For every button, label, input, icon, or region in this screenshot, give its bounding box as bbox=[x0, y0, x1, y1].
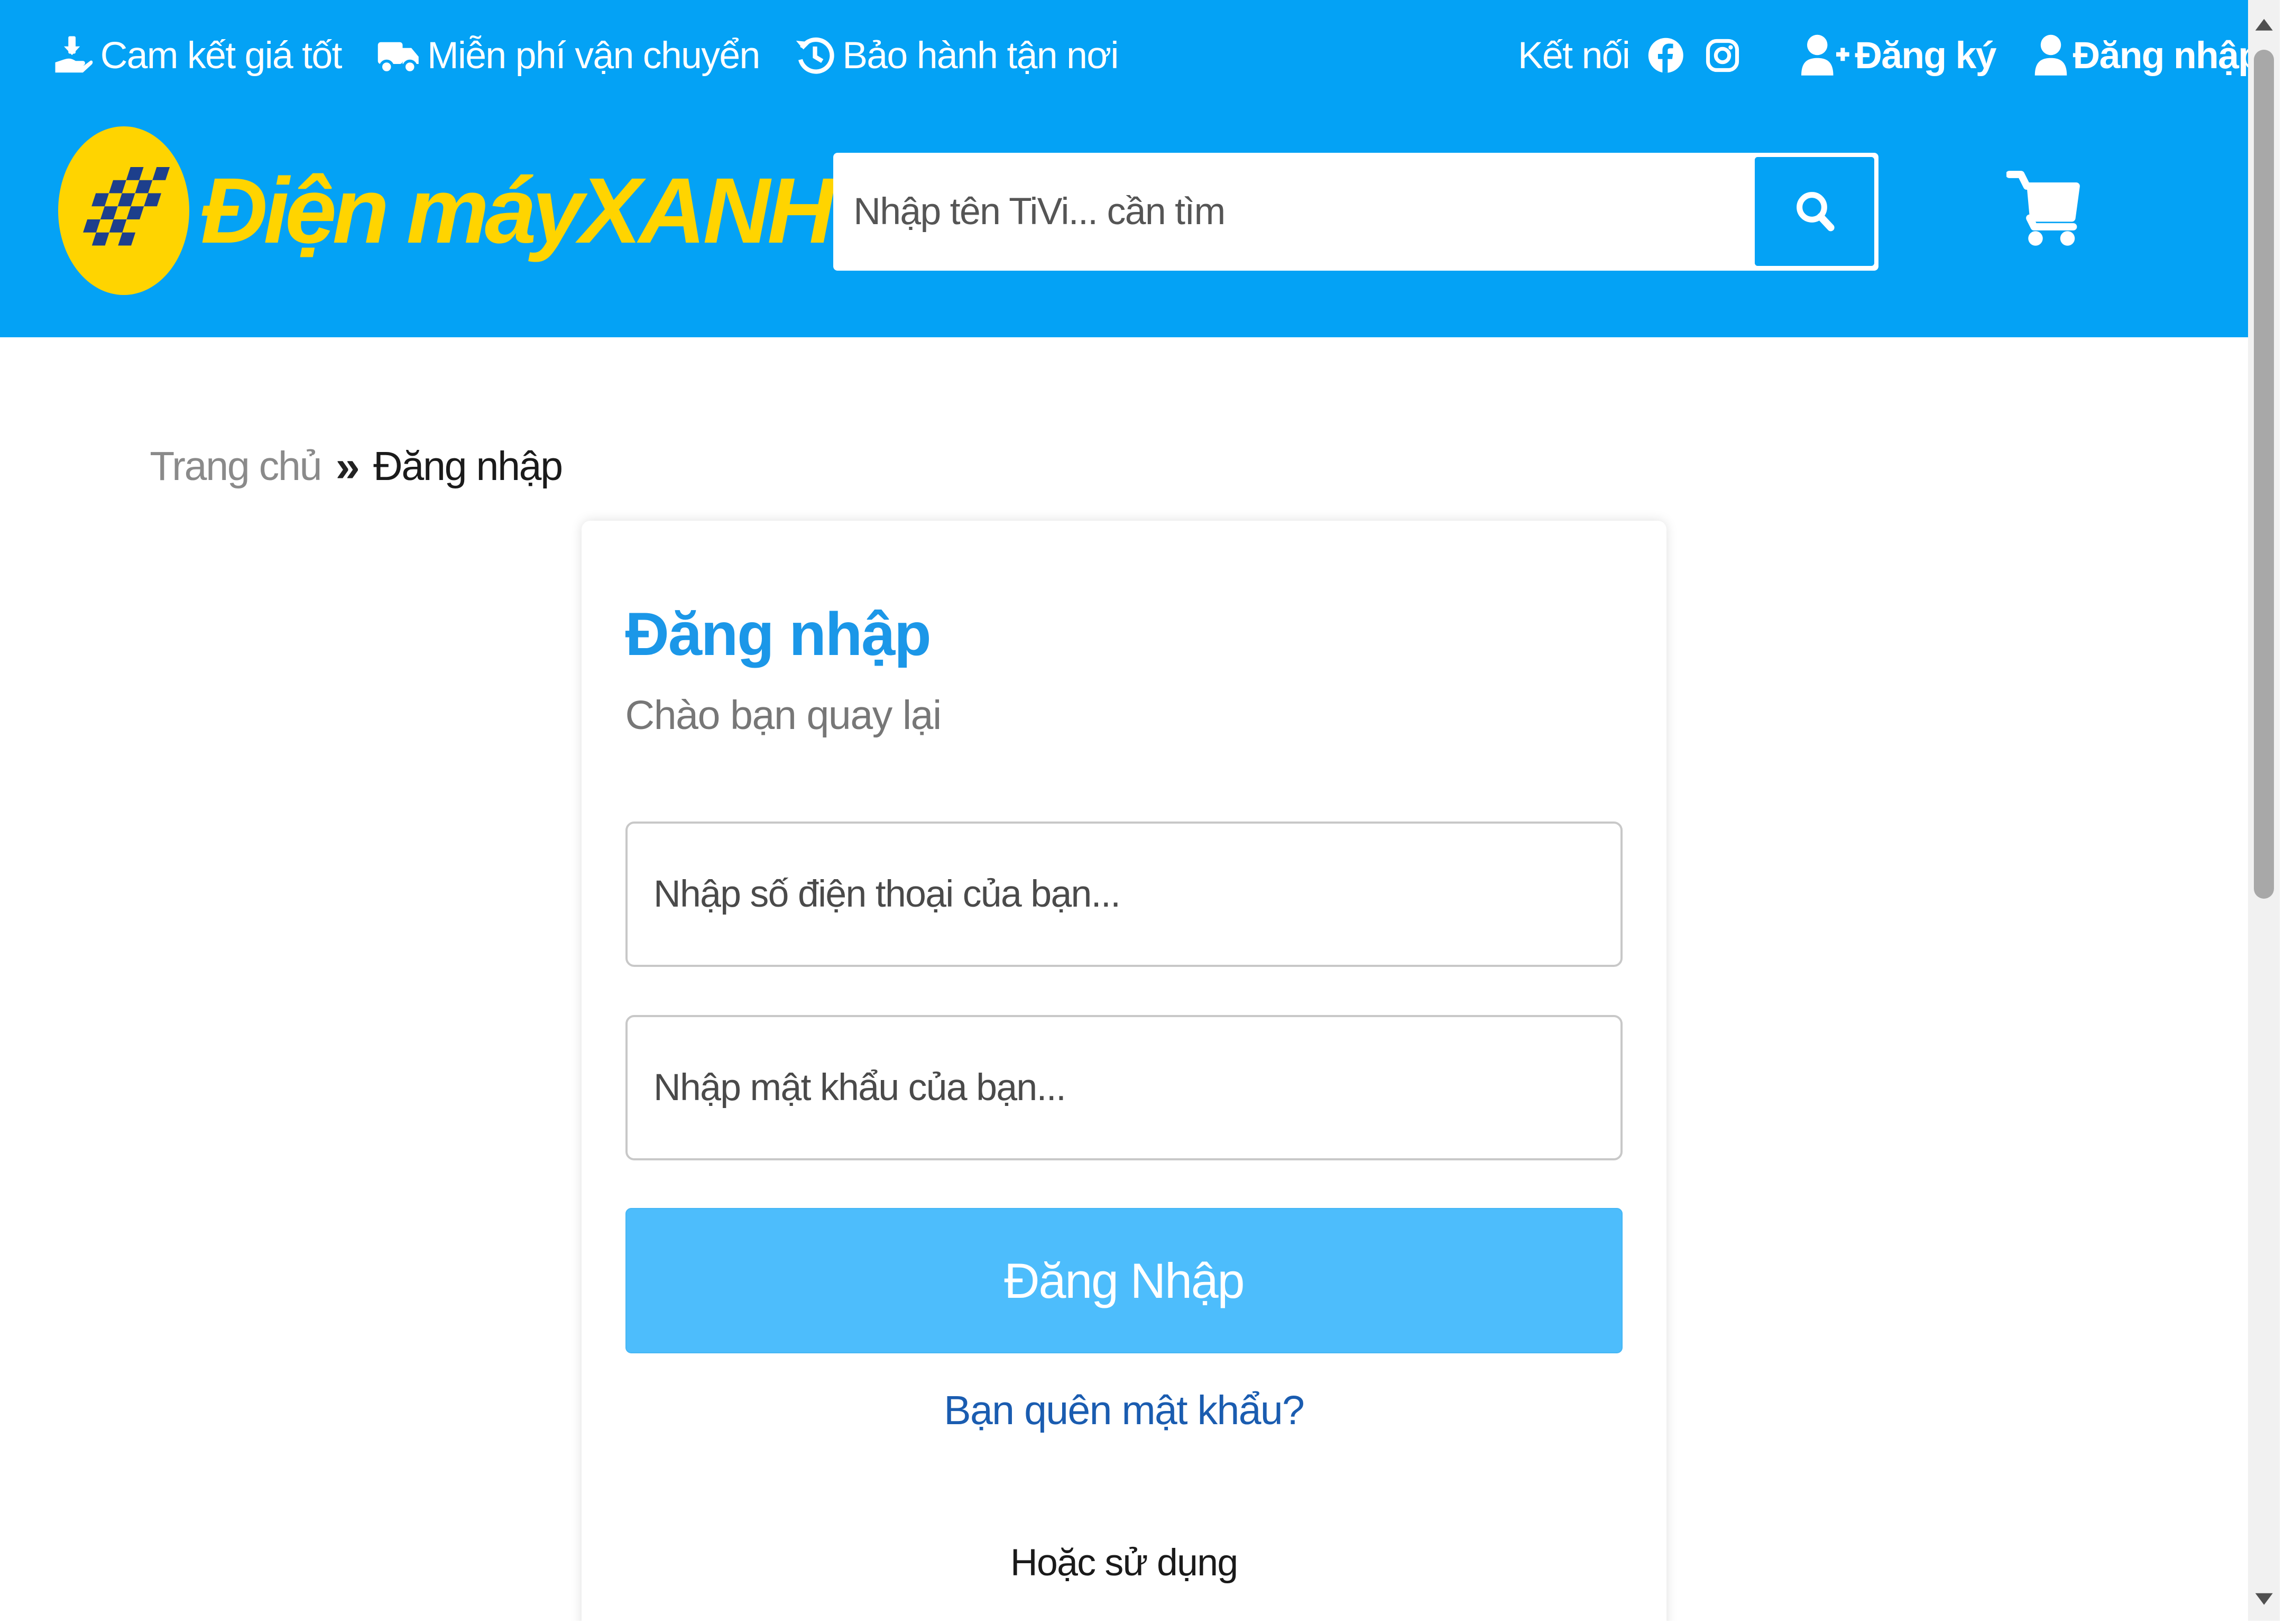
promise-best-price[interactable]: Cam kết giá tốt bbox=[52, 33, 343, 77]
login-title: Đăng nhập bbox=[625, 600, 932, 668]
connect-label: Kết nối bbox=[1518, 34, 1631, 77]
topbar-promises: Cam kết giá tốt Miễn phí vận chuyển Bảo … bbox=[52, 26, 1153, 85]
register-label: Đăng ký bbox=[1855, 34, 1996, 77]
site-header: Cam kết giá tốt Miễn phí vận chuyển Bảo … bbox=[0, 0, 2261, 337]
search-input[interactable] bbox=[833, 152, 1755, 271]
phone-input[interactable] bbox=[625, 821, 1623, 967]
alternative-login-label: Hoặc sử dụng bbox=[1010, 1542, 1238, 1584]
login-link[interactable]: Đăng nhập bbox=[2033, 33, 2261, 77]
forgot-password-link[interactable]: Bạn quên mật khẩu? bbox=[582, 1387, 1666, 1434]
user-icon bbox=[2035, 35, 2067, 76]
login-label: Đăng nhập bbox=[2073, 34, 2261, 77]
login-submit-button[interactable]: Đăng Nhập bbox=[625, 1208, 1623, 1354]
search-button[interactable] bbox=[1755, 157, 1874, 266]
instagram-icon[interactable] bbox=[1705, 38, 1740, 73]
password-input[interactable] bbox=[625, 1014, 1623, 1160]
logo-wordmark-strong: XANH bbox=[579, 159, 834, 263]
topbar-account: Kết nối Đăng ký Đăng nhập bbox=[1518, 26, 2261, 85]
logo-emblem bbox=[58, 126, 189, 296]
breadcrumb-home-link[interactable]: Trang chủ bbox=[150, 443, 322, 490]
promise-free-shipping-label: Miễn phí vận chuyển bbox=[427, 34, 760, 77]
site-logo[interactable]: Điện máyXANH bbox=[58, 125, 835, 297]
facebook-icon[interactable] bbox=[1647, 36, 1685, 75]
scroll-down-arrow[interactable] bbox=[2248, 1583, 2280, 1616]
scrollbar-thumb[interactable] bbox=[2253, 49, 2274, 899]
register-link[interactable]: Đăng ký bbox=[1801, 33, 1997, 77]
cart-icon bbox=[2005, 171, 2080, 246]
breadcrumb: Trang chủ » Đăng nhập bbox=[150, 436, 563, 497]
promise-warranty[interactable]: Bảo hành tận nơi bbox=[795, 34, 1119, 77]
promise-warranty-label: Bảo hành tận nơi bbox=[842, 34, 1119, 77]
page: Cam kết giá tốt Miễn phí vận chuyển Bảo … bbox=[0, 0, 2280, 1621]
promise-free-shipping[interactable]: Miễn phí vận chuyển bbox=[376, 34, 760, 77]
search-bar bbox=[833, 152, 1878, 271]
checkered-figure-icon bbox=[83, 167, 170, 246]
promise-best-price-label: Cam kết giá tốt bbox=[100, 34, 343, 77]
breadcrumb-current: Đăng nhập bbox=[373, 444, 563, 490]
page-scrollbar[interactable] bbox=[2248, 0, 2280, 1621]
user-plus-icon bbox=[1801, 35, 1849, 76]
hand-money-icon bbox=[55, 36, 93, 73]
truck-icon bbox=[377, 42, 419, 75]
cart-button[interactable] bbox=[2005, 169, 2082, 250]
history-clock-icon bbox=[796, 37, 834, 74]
scroll-up-arrow[interactable] bbox=[2248, 9, 2280, 41]
triangle-up-icon bbox=[2255, 19, 2273, 31]
login-subtitle: Chào bạn quay lại bbox=[625, 693, 942, 738]
breadcrumb-separator: » bbox=[335, 442, 360, 491]
triangle-down-icon bbox=[2255, 1593, 2273, 1605]
search-icon bbox=[1796, 192, 1835, 232]
login-card: Đăng nhập Chào bạn quay lại Đăng Nhập Bạ… bbox=[582, 520, 1666, 1621]
logo-wordmark: Điện máyXANH bbox=[200, 158, 835, 264]
logo-wordmark-regular: Điện máy bbox=[200, 159, 584, 263]
